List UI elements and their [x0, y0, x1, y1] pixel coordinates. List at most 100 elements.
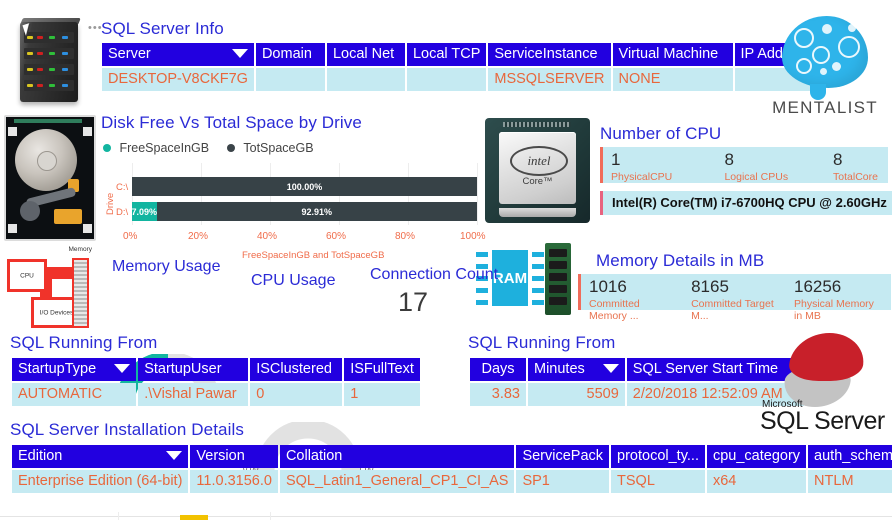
- disk-chart-legend: FreeSpaceInGB TotSpaceGB: [103, 141, 314, 155]
- dimm-chip: [549, 273, 567, 281]
- ram-pin: [476, 252, 488, 257]
- bar-label: 7.09%: [131, 206, 158, 217]
- chevron-down-icon[interactable]: [231, 48, 248, 58]
- column-label: StartupType: [18, 361, 97, 377]
- ram-pin: [532, 300, 544, 305]
- brain-detail-dot: [822, 24, 832, 34]
- brain-icon: [782, 16, 868, 100]
- table-header-row: Server Domain Local Net Local TCP Servic…: [102, 43, 825, 66]
- hdd-screw: [8, 127, 17, 136]
- hdd-screw: [8, 224, 17, 233]
- cell-version: 11.0.3156.0: [190, 470, 278, 493]
- table-row[interactable]: 3.83 5509 2/20/2018 12:52:09 AM: [470, 383, 804, 406]
- kpi-label: Logical CPUs: [724, 170, 789, 183]
- ram-pin: [532, 264, 544, 269]
- server-led: [49, 36, 55, 39]
- column-header-collation[interactable]: Collation: [279, 445, 515, 468]
- x-tick-label: 60%: [326, 231, 347, 242]
- cell-protocol-type: TSQL: [611, 470, 705, 493]
- sql-server-info-table[interactable]: Server Domain Local Net Local TCP Servic…: [100, 41, 827, 93]
- column-label: Minutes: [534, 361, 585, 377]
- cell-domain: [255, 68, 325, 91]
- bar-row-c[interactable]: 100.00%: [132, 177, 477, 196]
- server-led: [62, 84, 68, 87]
- sql-running-from-uptime-table[interactable]: Days Minutes SQL Server Start Time 3.83 …: [468, 356, 806, 408]
- cell-server: DESKTOP-V8CKF7G: [102, 68, 254, 91]
- column-header-service-instance[interactable]: ServiceInstance: [488, 43, 611, 66]
- mentalist-wordmark: MENTALIST: [772, 98, 878, 117]
- table-row[interactable]: DESKTOP-V8CKF7G MSSQLSERVER NONE: [102, 68, 825, 91]
- column-header-edition[interactable]: Edition: [12, 445, 189, 468]
- server-led: [49, 68, 55, 71]
- bottom-tick: [118, 512, 119, 520]
- column-header-local-tcp[interactable]: Local TCP: [406, 43, 487, 66]
- io-memory-label: Memory: [68, 246, 92, 253]
- bar-row-d[interactable]: 7.09% 92.91%: [131, 202, 477, 221]
- column-header-startup-type[interactable]: StartupType: [12, 358, 137, 381]
- dimm-chip: [549, 285, 567, 293]
- column-header-days[interactable]: Days: [470, 358, 526, 381]
- hdd-actuator: [20, 201, 40, 221]
- sql-running-from-service-table[interactable]: StartupType StartupUser ISClustered ISFu…: [10, 356, 422, 408]
- column-header-auth-scheme[interactable]: auth_scheme: [808, 445, 892, 468]
- sql-running-from-service-title: SQL Running From: [10, 333, 158, 352]
- dimm-chip: [549, 297, 567, 305]
- column-header-virtual-machine[interactable]: Virtual Machine: [612, 43, 733, 66]
- server-led: [27, 68, 33, 71]
- io-cpu-box: CPU: [7, 259, 47, 292]
- column-header-cpu-category[interactable]: cpu_category: [706, 445, 807, 468]
- cell-startup-user: .\Vishal Pawar: [138, 383, 249, 406]
- y-axis-title: Drive: [105, 192, 116, 215]
- kpi-label: Committed Target M...: [691, 297, 774, 323]
- cell-edition: Enterprise Edition (64-bit): [12, 470, 189, 493]
- ram-pin: [476, 288, 488, 293]
- chevron-down-icon[interactable]: [114, 363, 131, 373]
- disk-chart-plot[interactable]: Drive C:\ D:\ 100.00% 7.09% 92.91% 0% 20…: [100, 163, 486, 243]
- chevron-down-icon[interactable]: [602, 363, 619, 373]
- legend-label: TotSpaceGB: [243, 141, 314, 155]
- dimm-chip: [549, 249, 567, 257]
- column-header-service-pack[interactable]: ServicePack: [516, 445, 610, 468]
- intel-cpu-image: intel Core™: [485, 118, 590, 223]
- column-label: Server: [108, 46, 151, 62]
- column-header-is-clustered[interactable]: ISClustered: [250, 358, 343, 381]
- column-header-local-net[interactable]: Local Net: [326, 43, 405, 66]
- connection-count-value: 17: [398, 287, 429, 317]
- server-bay: [24, 48, 74, 59]
- chevron-down-icon[interactable]: [166, 450, 183, 460]
- column-header-version[interactable]: Version: [190, 445, 278, 468]
- x-tick-label: 100%: [460, 231, 486, 242]
- legend-item-totspace[interactable]: TotSpaceGB: [227, 141, 314, 155]
- legend-item-freespace[interactable]: FreeSpaceInGB: [103, 141, 209, 155]
- server-led: [49, 84, 55, 87]
- cpu-kpi-card[interactable]: 1 PhysicalCPU 8 Logical CPUs 8 TotalCore: [600, 147, 888, 183]
- gridline: [477, 163, 478, 225]
- hdd-screw: [83, 224, 92, 233]
- memory-kpi-card[interactable]: 1016 Committed Memory ... 8165 Committed…: [578, 274, 891, 322]
- kpi-committed-memory: 1016 Committed Memory ...: [581, 274, 683, 327]
- column-header-protocol-type[interactable]: protocol_ty...: [611, 445, 705, 468]
- kpi-physical-memory: 16256 Physical Memory in MB: [786, 274, 891, 327]
- bar-label: 100.00%: [286, 181, 323, 192]
- column-header-domain[interactable]: Domain: [255, 43, 325, 66]
- server-led: [27, 52, 33, 55]
- y-tick-label: D:\: [116, 207, 129, 218]
- legend-label: FreeSpaceInGB: [119, 141, 210, 155]
- table-row[interactable]: AUTOMATIC .\Vishal Pawar 0 1: [12, 383, 421, 406]
- column-header-server[interactable]: Server: [102, 43, 254, 66]
- column-header-minutes[interactable]: Minutes: [528, 358, 625, 381]
- column-header-startup-user[interactable]: StartupUser: [138, 358, 249, 381]
- cpu-base-notch: [499, 208, 576, 217]
- column-header-is-fulltext[interactable]: ISFullText: [344, 358, 421, 381]
- installation-details-table[interactable]: Edition Version Collation ServicePack pr…: [10, 443, 892, 495]
- disk-chart-title: Disk Free Vs Total Space by Drive: [101, 113, 362, 132]
- table-row[interactable]: Enterprise Edition (64-bit) 11.0.3156.0 …: [12, 470, 892, 493]
- column-label: Edition: [18, 448, 63, 464]
- bar-label: 92.91%: [301, 206, 333, 217]
- brain-detail-circle3: [796, 58, 812, 74]
- ram-pin: [476, 300, 488, 305]
- processor-name-card: Intel(R) Core(TM) i7-6700HQ CPU @ 2.60GH…: [600, 191, 892, 215]
- processor-name: Intel(R) Core(TM) i7-6700HQ CPU @ 2.60GH…: [612, 195, 887, 210]
- cell-service-instance: MSSQLSERVER: [488, 68, 611, 91]
- io-architecture-diagram: CPU I/O Devices Memory: [2, 245, 94, 328]
